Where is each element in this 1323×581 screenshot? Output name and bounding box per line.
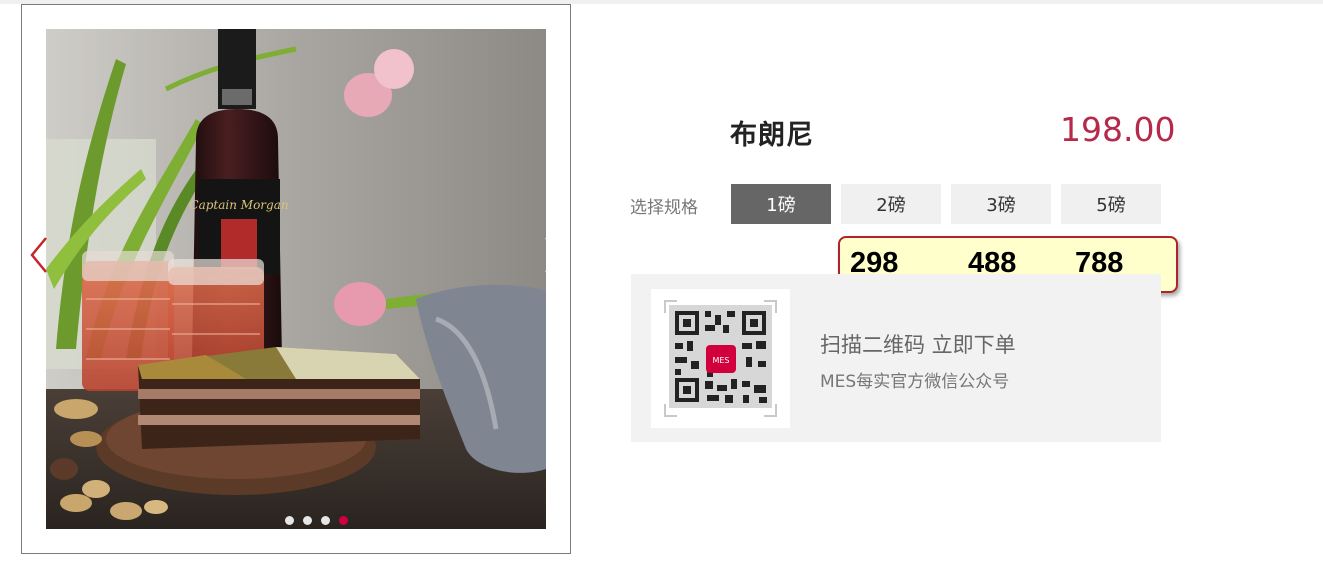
mes-logo: MES <box>712 356 729 365</box>
cake-image: Captain Morgan <box>46 29 546 529</box>
wechat-order-box: MES 扫描二维码 立即下单 MES每实官方微信公众号 <box>631 274 1161 442</box>
qr-scan-text: 扫描二维码 立即下单 <box>820 333 1016 357</box>
gallery-dot-active[interactable] <box>338 516 348 525</box>
gallery-prev-button[interactable] <box>24 235 54 275</box>
product-gallery: Captain Morgan <box>21 4 571 554</box>
spec-option-1lb[interactable]: 1磅 <box>731 184 831 224</box>
spec-option-3lb[interactable]: 3磅 <box>951 184 1051 224</box>
cake-photo: Captain Morgan <box>46 29 546 529</box>
svg-text:Captain Morgan: Captain Morgan <box>189 198 288 212</box>
qr-account-text: MES每实官方微信公众号 <box>820 372 1010 392</box>
gallery-dot[interactable] <box>284 516 294 525</box>
chevron-right-icon <box>545 237 562 273</box>
qr-code-icon: MES <box>664 300 777 417</box>
product-price: 198.00 <box>1060 110 1176 149</box>
spec-option-2lb[interactable]: 2磅 <box>841 184 941 224</box>
gallery-next-button[interactable] <box>538 235 568 275</box>
gallery-dot[interactable] <box>302 516 312 525</box>
product-name: 布朗尼 <box>730 120 814 151</box>
chevron-left-icon <box>30 237 47 273</box>
qr-code[interactable]: MES <box>651 289 790 428</box>
gallery-dot[interactable] <box>320 516 330 525</box>
gallery-dots <box>22 516 570 525</box>
spec-option-5lb[interactable]: 5磅 <box>1061 184 1161 224</box>
spec-label: 选择规格 <box>630 198 698 218</box>
